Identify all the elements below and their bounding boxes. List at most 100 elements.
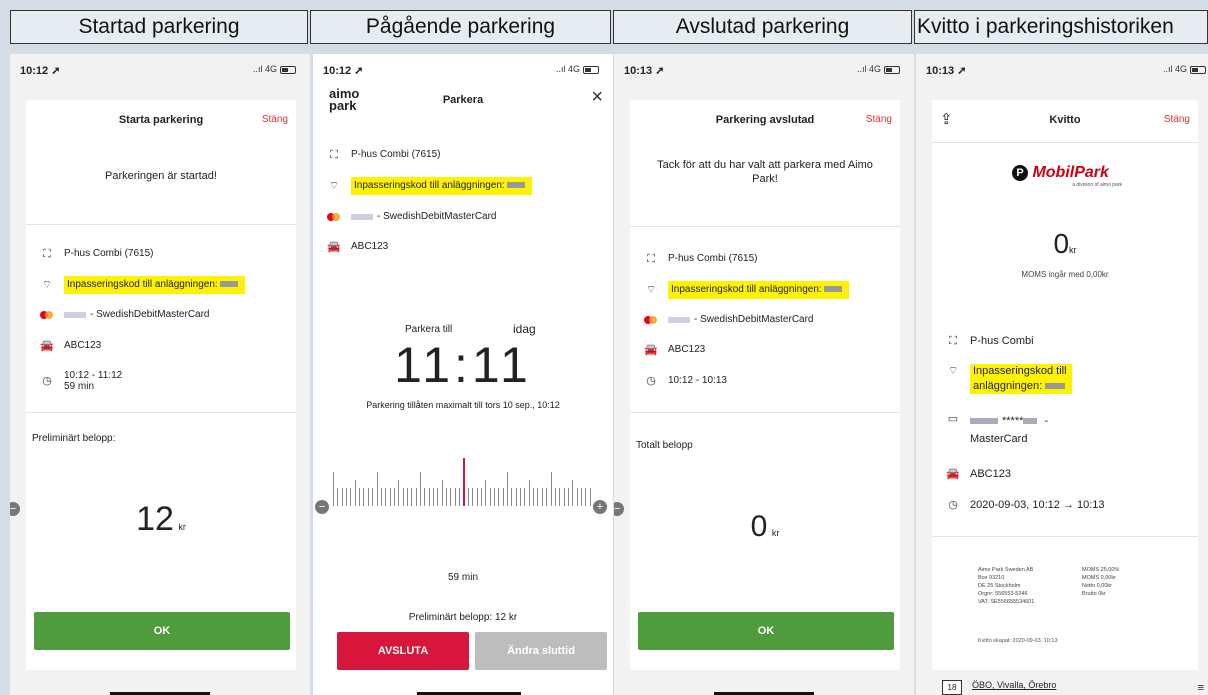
clock-icon: ◷ bbox=[646, 375, 656, 387]
company-info: Aimo Park Sweden AB Box 93210 DE 25 Stockh… bbox=[978, 567, 1035, 605]
parking-pin-icon: ⛶ bbox=[43, 248, 51, 260]
slider-tick bbox=[476, 488, 478, 506]
slider-tick bbox=[420, 472, 421, 506]
car-icon: 🚘 bbox=[40, 340, 54, 352]
payment-card-row: - SwedishDebitMasterCard bbox=[644, 311, 894, 329]
slider-tick bbox=[380, 488, 382, 506]
slider-tick bbox=[489, 488, 491, 506]
access-code-row: ⌔ Inpasseringskod till anläggningen: bbox=[644, 281, 894, 299]
slider-tick bbox=[511, 488, 513, 506]
close-icon[interactable]: × bbox=[591, 86, 603, 109]
parking-pin-icon: ⛶ bbox=[330, 149, 338, 161]
slider-tick bbox=[493, 488, 495, 506]
page-title: Kvitto bbox=[1049, 114, 1081, 126]
day-label: idag bbox=[513, 322, 536, 336]
amount-display: 0 kr bbox=[750, 510, 780, 543]
slider-tick bbox=[563, 488, 565, 506]
slider-tick bbox=[437, 488, 439, 506]
ended-parking-card: Parkering avslutad Stäng Tack för att du… bbox=[630, 100, 900, 670]
slider-tick bbox=[498, 488, 500, 506]
slider-tick bbox=[433, 488, 435, 506]
close-button[interactable]: Stäng bbox=[1164, 100, 1190, 140]
access-signal-icon: ⌔ bbox=[41, 279, 53, 291]
minus-icon[interactable]: − bbox=[315, 500, 329, 514]
status-bar: 10:13 ➚ ..ıl 4G bbox=[614, 54, 914, 80]
column-header-ongoing: Pågående parkering bbox=[310, 10, 611, 44]
slider-tick bbox=[585, 488, 587, 506]
slider-tick bbox=[367, 488, 369, 506]
clock-icon: ◷ bbox=[948, 499, 958, 511]
credit-card-icon: ▭ bbox=[947, 413, 959, 425]
slider-tick bbox=[459, 488, 461, 506]
slider-tick bbox=[333, 472, 334, 506]
time-slider[interactable]: − + bbox=[313, 458, 613, 514]
slider-tick bbox=[415, 488, 417, 506]
slider-tick bbox=[589, 488, 591, 506]
slider-tick bbox=[341, 488, 343, 506]
payment-card-row: ▭ ***** - MasterCard bbox=[946, 412, 1048, 448]
start-parking-card: Starta parkering Stäng Parkeringen är st… bbox=[26, 100, 296, 670]
slider-tick bbox=[480, 488, 482, 506]
phone-ongoing: 10:12 ➚ ..ıl 4G aimo park Parkera × ⛶ P-hus… bbox=[313, 54, 613, 695]
end-time-display: 11:11 bbox=[394, 337, 532, 393]
slider-tick bbox=[554, 488, 556, 506]
filter-icon[interactable]: ≡ bbox=[1198, 682, 1204, 694]
mobilpark-logo: P MobilPark a division of aimo park bbox=[1012, 164, 1122, 188]
access-code-row: ⌔ Inpasseringskod till anläggningen: bbox=[946, 364, 1073, 394]
change-end-time-button[interactable]: Ändra sluttid bbox=[475, 632, 607, 670]
car-icon: 🚘 bbox=[946, 468, 960, 480]
slider-tick bbox=[520, 488, 522, 506]
page-title: Parkering avslutad bbox=[715, 114, 815, 126]
location-row: ⛶ P-hus Combi (7615) bbox=[327, 146, 607, 164]
slider-tick bbox=[393, 488, 395, 506]
slider-tick bbox=[337, 488, 339, 506]
plus-icon[interactable]: + bbox=[593, 500, 607, 514]
slider-tick bbox=[346, 488, 348, 506]
amount-display: 0kr bbox=[1053, 228, 1077, 259]
total-amount-label: Totalt belopp bbox=[636, 440, 693, 451]
clock-icon: ◷ bbox=[42, 374, 52, 387]
mastercard-icon bbox=[40, 311, 53, 319]
vat-note: MOMS ingår med 0,00kr bbox=[1021, 270, 1109, 279]
battery-icon bbox=[583, 65, 599, 74]
slider-tick bbox=[389, 488, 391, 506]
parking-p-icon: P bbox=[1012, 165, 1028, 181]
slider-tick bbox=[441, 480, 443, 506]
slider-tick bbox=[576, 488, 578, 506]
phone-ended: 10:13 ➚ ..ıl 4G Parkering avslutad Stäng … bbox=[614, 54, 914, 695]
slider-tick bbox=[507, 472, 508, 506]
mastercard-icon bbox=[644, 316, 657, 324]
slider-tick bbox=[528, 480, 530, 506]
close-button[interactable]: Stäng bbox=[262, 100, 288, 140]
slider-tick bbox=[580, 488, 582, 506]
car-icon: 🚘 bbox=[644, 344, 658, 356]
slider-tick bbox=[428, 488, 430, 506]
close-button[interactable]: Stäng bbox=[866, 100, 892, 140]
status-message: Parkeringen är startad! bbox=[105, 170, 217, 182]
slider-tick bbox=[354, 480, 356, 506]
access-code-row: ⌔ Inpasseringskod till anläggningen: bbox=[40, 276, 290, 294]
minus-icon: − bbox=[614, 502, 624, 516]
phone-started: 10:12 ➚ ..ıl 4G Starta parkering Stäng Pa… bbox=[10, 54, 310, 695]
slider-tick bbox=[411, 488, 413, 506]
location-row: ⛶ P-hus Combi bbox=[946, 332, 1192, 350]
payment-card-row: - SwedishDebitMasterCard bbox=[40, 306, 290, 324]
column-header-receipt: Kvitto i parkeringshistoriken bbox=[914, 10, 1208, 44]
access-signal-icon: ⌔ bbox=[947, 365, 959, 377]
ok-button[interactable]: OK bbox=[638, 612, 894, 650]
battery-icon bbox=[280, 65, 296, 74]
column-header-started: Startad parkering bbox=[10, 10, 308, 44]
slider-tick bbox=[559, 488, 561, 506]
access-signal-icon: ⌔ bbox=[645, 284, 657, 296]
slider-tick bbox=[485, 480, 487, 506]
status-bar: 10:13 ➚ ..ıl 4G bbox=[916, 54, 1208, 80]
end-parking-button[interactable]: AVSLUTA bbox=[337, 632, 469, 670]
mastercard-icon bbox=[327, 213, 340, 221]
phone-receipt: 10:13 ➚ ..ıl 4G ⇪ Kvitto Stäng P MobilPar… bbox=[916, 54, 1208, 695]
slider-current-marker bbox=[463, 458, 465, 506]
receipt-created: Kvitto skapat: 2020-09-03, 10:13 bbox=[978, 638, 1058, 644]
next-history-item[interactable]: ÖBO, Vivalla, Örebro bbox=[972, 680, 1056, 690]
ok-button[interactable]: OK bbox=[34, 612, 290, 650]
minus-icon: − bbox=[10, 502, 20, 516]
plate-row: 🚘 ABC123 bbox=[327, 238, 607, 256]
